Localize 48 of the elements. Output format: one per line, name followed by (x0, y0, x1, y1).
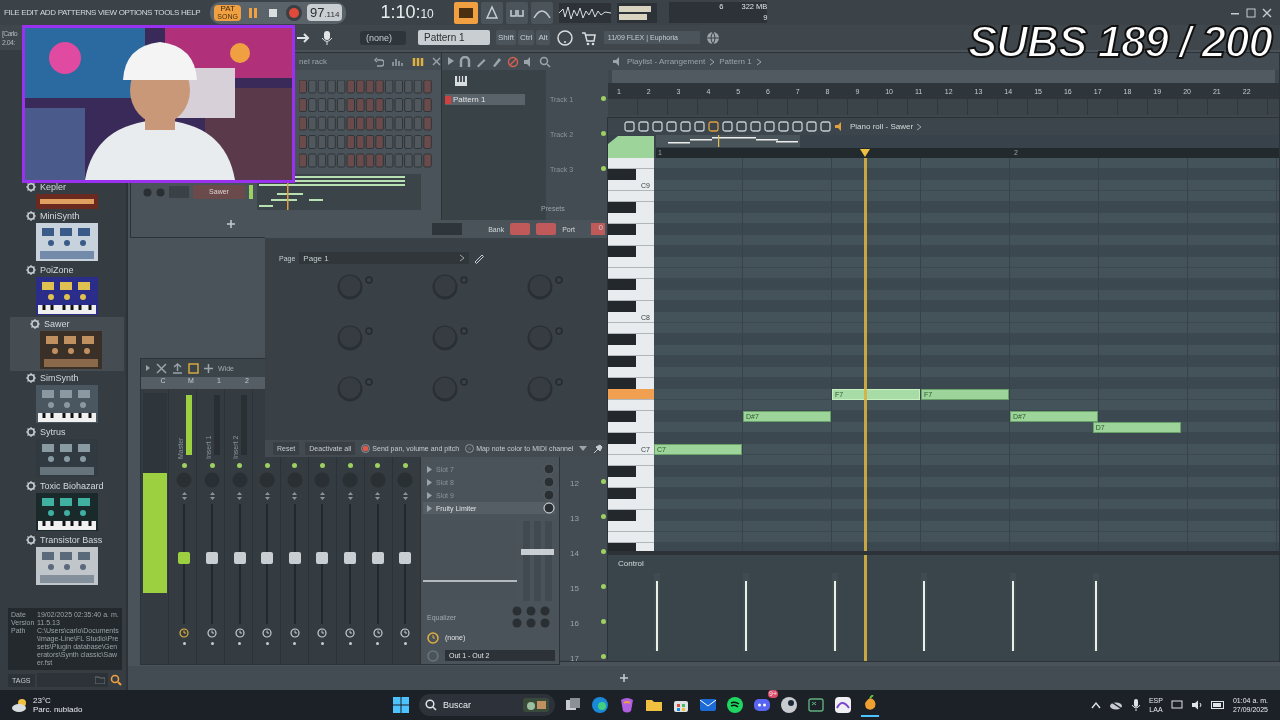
search-field[interactable]: Buscar (419, 694, 555, 716)
menu-item[interactable]: TOOLS (154, 8, 179, 17)
preset-name: MiniSynth (40, 210, 80, 221)
control-lane-label[interactable]: Control (608, 555, 656, 661)
preset-name: PoiZone (40, 264, 74, 275)
weather-text: Parc. nublado (33, 705, 83, 714)
pattern-name: Pattern 1 (719, 57, 752, 66)
track-header[interactable]: 16 (566, 617, 608, 629)
track-header[interactable]: 15 (566, 582, 608, 594)
preset-name: Sawer (44, 318, 70, 329)
menu-item[interactable]: OPTIONS (118, 8, 152, 17)
browser-item[interactable]: Transistor Bass (10, 533, 126, 587)
stream-overlay-text: SUBS 189 / 200 (968, 20, 1272, 64)
menu-item[interactable]: PATTERNS (57, 8, 96, 17)
song-time: 1:10: (380, 2, 421, 23)
window-title: Playlist - Arrangement (627, 57, 706, 66)
pattern-selector[interactable]: (none) (360, 30, 406, 45)
song-time-ticks: 10 (420, 7, 434, 21)
preset-name: Toxic Biohazard (40, 480, 104, 491)
browser-item[interactable]: MiniSynth (10, 209, 126, 263)
pattern-item[interactable]: Pattern 1 (445, 94, 525, 105)
menu-item[interactable]: EDIT (21, 8, 38, 17)
preset-name: Kepler (40, 181, 66, 192)
temperature: 23°C (33, 696, 52, 705)
tempo-display[interactable]: 97.114 (306, 4, 343, 21)
track-header[interactable]: 13 (566, 512, 608, 524)
preset-name: SimSynth (40, 372, 79, 383)
browser-item[interactable]: Sawer (10, 317, 124, 371)
track-header[interactable]: 14 (566, 547, 608, 559)
menu-item[interactable]: VIEW (97, 8, 117, 17)
page-selector[interactable]: Page 1 (299, 252, 470, 264)
browser-item[interactable]: SimSynth (10, 371, 126, 425)
window-title: nel rack (299, 57, 328, 66)
track-header[interactable]: 12 (566, 477, 608, 489)
modifier-key[interactable]: Alt (536, 30, 550, 45)
menu-item[interactable]: HELP (181, 8, 201, 17)
browser-item[interactable]: Toxic Biohazard (10, 479, 126, 533)
pattern-picker[interactable]: Pattern 1 (418, 30, 490, 45)
browser-item[interactable]: PoiZone (10, 263, 126, 317)
preset-name: Transistor Bass (40, 534, 103, 545)
track-header[interactable]: 17 (566, 652, 608, 664)
preset-name: Sytrus (40, 426, 66, 437)
menu-item[interactable]: FILE (4, 8, 20, 17)
browser-item[interactable]: Sytrus (10, 425, 126, 479)
modifier-key[interactable]: Ctrl (518, 30, 535, 45)
window-title: Piano roll - Sawer (850, 122, 914, 131)
menu-item[interactable]: ADD (39, 8, 56, 17)
modifier-key[interactable]: Shift (496, 30, 516, 45)
